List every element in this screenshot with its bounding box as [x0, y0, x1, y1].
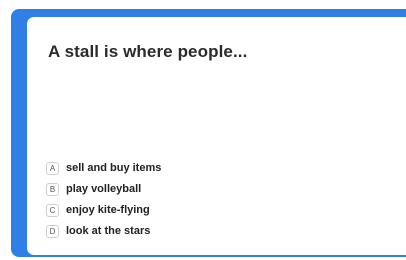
- option-letter-badge: D: [46, 224, 59, 238]
- option-label: enjoy kite-flying: [66, 204, 150, 216]
- answer-options: A sell and buy items B play volleyball C…: [46, 159, 161, 243]
- answer-option-d[interactable]: D look at the stars: [46, 222, 161, 240]
- question-card: A stall is where people... A sell and bu…: [27, 17, 406, 255]
- answer-option-a[interactable]: A sell and buy items: [46, 159, 161, 177]
- option-label: look at the stars: [66, 225, 151, 237]
- option-letter-badge: B: [46, 182, 59, 196]
- option-letter-badge: A: [46, 161, 59, 175]
- option-label: sell and buy items: [66, 162, 162, 174]
- answer-option-c[interactable]: C enjoy kite-flying: [46, 201, 161, 219]
- option-letter-badge: C: [46, 203, 59, 217]
- question-text: A stall is where people...: [48, 42, 248, 61]
- option-label: play volleyball: [66, 183, 142, 195]
- answer-option-b[interactable]: B play volleyball: [46, 180, 161, 198]
